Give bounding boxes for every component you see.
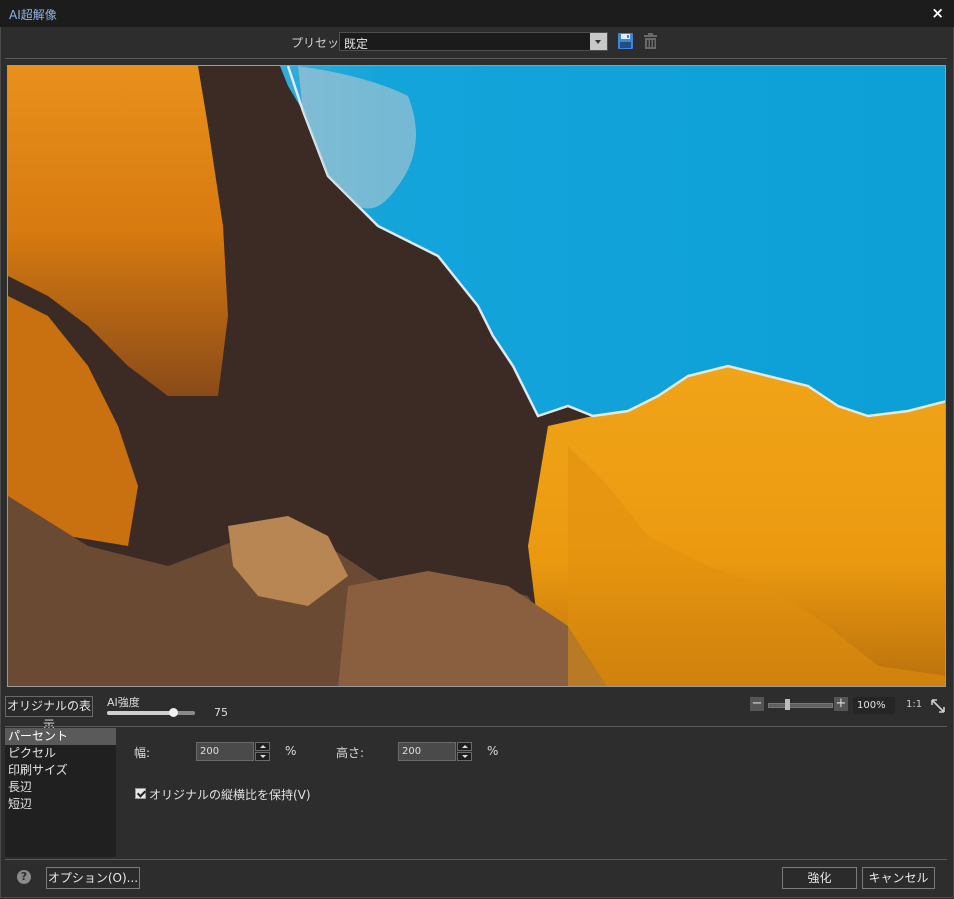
keep-aspect-label[interactable]: オリジナルの縦横比を保持(V) bbox=[149, 786, 311, 803]
width-input[interactable]: 200 bbox=[196, 742, 254, 761]
mode-item-long-edge[interactable]: 長辺 bbox=[5, 779, 116, 796]
height-input[interactable]: 200 bbox=[398, 742, 456, 761]
window-title: AI超解像 bbox=[9, 8, 57, 22]
mode-item-percent[interactable]: パーセント bbox=[5, 728, 116, 745]
show-original-button[interactable]: オリジナルの表示 bbox=[5, 696, 93, 732]
zoom-slider[interactable] bbox=[768, 699, 833, 710]
divider bbox=[5, 859, 947, 860]
zoom-actual-size-button[interactable]: 1:1 bbox=[906, 699, 922, 710]
width-unit: % bbox=[285, 744, 297, 758]
fit-to-window-icon[interactable] bbox=[930, 698, 946, 714]
ai-strength-slider[interactable] bbox=[107, 708, 195, 717]
divider bbox=[5, 726, 947, 727]
resize-mode-list[interactable]: パーセント ピクセル 印刷サイズ 長辺 短辺 bbox=[5, 728, 116, 857]
help-icon[interactable]: ? bbox=[17, 870, 31, 884]
ai-strength-value: 75 bbox=[214, 706, 228, 719]
mode-item-print-size[interactable]: 印刷サイズ bbox=[5, 762, 116, 779]
width-stepper[interactable] bbox=[255, 742, 270, 761]
mode-item-short-edge[interactable]: 短辺 bbox=[5, 796, 116, 813]
divider bbox=[5, 58, 947, 59]
zoom-in-button[interactable]: + bbox=[834, 697, 848, 711]
save-preset-icon[interactable] bbox=[617, 32, 634, 50]
delete-preset-icon[interactable] bbox=[642, 32, 659, 50]
width-increment-icon[interactable] bbox=[255, 742, 270, 751]
close-icon[interactable]: × bbox=[931, 4, 944, 22]
height-stepper[interactable] bbox=[457, 742, 472, 761]
height-decrement-icon[interactable] bbox=[457, 752, 472, 761]
options-button[interactable]: オプション(O)... bbox=[46, 867, 140, 889]
keep-aspect-checkbox[interactable] bbox=[135, 788, 146, 799]
cancel-button[interactable]: キャンセル bbox=[862, 867, 935, 889]
mode-item-pixel[interactable]: ピクセル bbox=[5, 745, 116, 762]
image-preview[interactable] bbox=[7, 65, 946, 687]
preview-image bbox=[8, 66, 945, 686]
height-label: 高さ: bbox=[336, 746, 365, 760]
zoom-thumb[interactable] bbox=[784, 699, 790, 710]
title-bar bbox=[0, 0, 954, 27]
width-decrement-icon[interactable] bbox=[255, 752, 270, 761]
zoom-level-field[interactable]: 100% bbox=[853, 697, 895, 714]
height-unit: % bbox=[487, 744, 499, 758]
preset-value: 既定 bbox=[344, 37, 369, 51]
enhance-button[interactable]: 強化 bbox=[782, 867, 857, 889]
zoom-out-button[interactable]: − bbox=[750, 697, 764, 711]
width-label: 幅: bbox=[134, 746, 151, 760]
ai-strength-fill bbox=[107, 711, 173, 715]
ai-strength-label: AI強度 bbox=[107, 696, 140, 709]
preset-dropdown[interactable]: 既定 bbox=[339, 32, 608, 51]
ai-strength-thumb[interactable] bbox=[169, 708, 178, 717]
chevron-down-icon[interactable] bbox=[590, 33, 607, 50]
height-increment-icon[interactable] bbox=[457, 742, 472, 751]
